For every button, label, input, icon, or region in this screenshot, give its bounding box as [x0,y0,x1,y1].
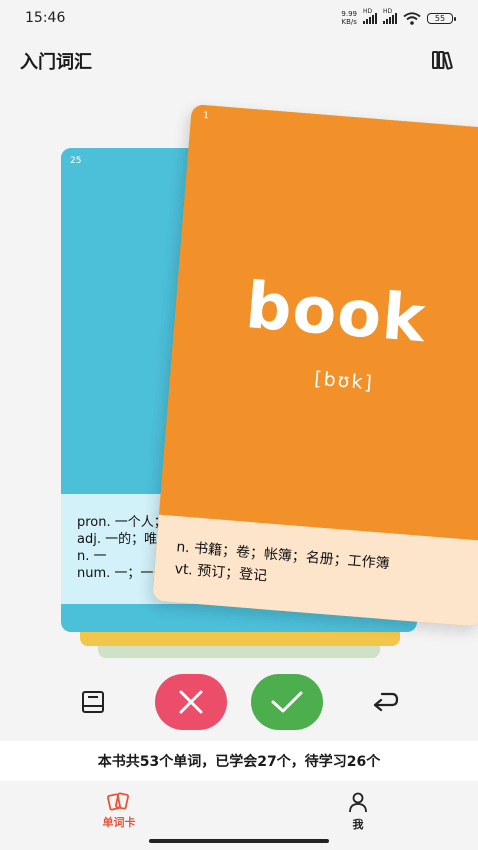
word-card-front[interactable]: 1 book [bʊk] n. 书籍；卷；帐簿；名册；工作簿 vt. 预订；登记 [152,104,478,627]
person-icon [349,792,367,813]
card-stack[interactable]: 25 o pron. 一个人； adj. 一的；唯一 n. 一 num. 一；一… [0,90,478,670]
signal-icon: HD [363,8,377,24]
library-icon[interactable] [430,48,454,72]
check-icon [271,691,303,713]
home-indicator [149,839,329,843]
signal-icon-2: HD [383,8,397,24]
network-speed: 9.99 KB/s [341,10,357,26]
status-bar: 15:46 9.99 KB/s HD HD 55 [0,0,478,36]
tab-word-cards[interactable]: 单词卡 [79,791,159,830]
wifi-icon [403,11,421,25]
undo-icon[interactable] [370,689,400,715]
card-index: 25 [70,156,82,166]
cards-icon [107,792,129,811]
mark-known-button[interactable] [251,674,323,730]
tab-me[interactable]: 我 [318,791,398,832]
tab-label: 我 [352,818,364,831]
page-title: 入门词汇 [20,52,92,73]
close-icon [179,690,203,714]
progress-summary: 本书共53个单词，已学会27个，待学习26个 [0,741,478,781]
card-word: book [243,269,429,358]
card-controls [0,672,478,732]
status-time: 15:46 [25,10,66,26]
card-index: 1 [202,110,210,122]
book-icon[interactable] [80,689,106,715]
tab-label: 单词卡 [102,816,136,829]
status-icons: 9.99 KB/s HD HD 55 [341,8,456,26]
battery-icon: 55 [427,12,456,24]
mark-unknown-button[interactable] [155,674,227,730]
card-phonetic: [bʊk] [313,367,375,395]
